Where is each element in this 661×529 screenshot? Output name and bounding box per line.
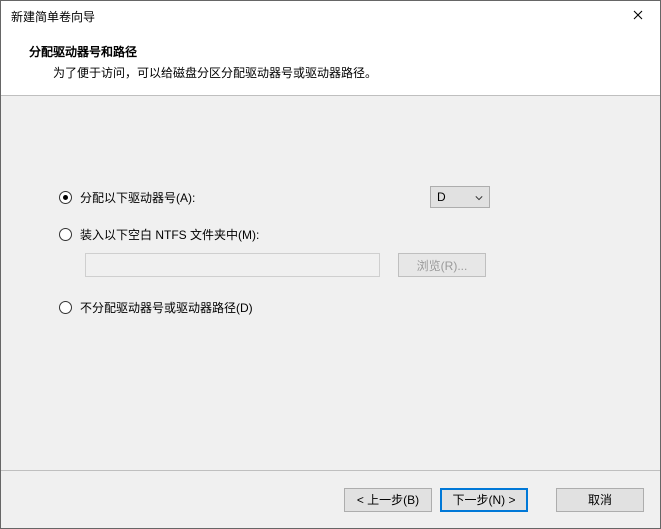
option-mount-label: 装入以下空白 NTFS 文件夹中(M): [80, 226, 259, 243]
mount-sub-row: 浏览(R)... [85, 253, 620, 277]
drive-letter-select[interactable]: D [430, 186, 490, 208]
option-assign-label: 分配以下驱动器号(A): [80, 189, 195, 206]
chevron-down-icon [475, 190, 483, 204]
back-button[interactable]: < 上一步(B) [344, 488, 432, 512]
radio-assign-drive[interactable] [59, 191, 72, 204]
titlebar: 新建简单卷向导 [1, 1, 660, 31]
content-area: 分配以下驱动器号(A): D 装入以下空白 NTFS 文件夹中(M): 浏览(R… [1, 96, 660, 470]
window-title: 新建简单卷向导 [1, 8, 615, 25]
close-icon [633, 9, 643, 23]
option-mount-row: 装入以下空白 NTFS 文件夹中(M): [59, 226, 620, 243]
close-button[interactable] [615, 1, 660, 31]
browse-button: 浏览(R)... [398, 253, 486, 277]
radio-mount-folder[interactable] [59, 228, 72, 241]
cancel-button[interactable]: 取消 [556, 488, 644, 512]
next-button[interactable]: 下一步(N) > [440, 488, 528, 512]
page-subheading: 为了便于访问，可以给磁盘分区分配驱动器号或驱动器路径。 [1, 64, 660, 81]
option-none-row: 不分配驱动器号或驱动器路径(D) [59, 299, 620, 316]
radio-no-assign[interactable] [59, 301, 72, 314]
wizard-window: 新建简单卷向导 分配驱动器号和路径 为了便于访问，可以给磁盘分区分配驱动器号或驱… [0, 0, 661, 529]
mount-path-input [85, 253, 380, 277]
drive-letter-value: D [437, 190, 475, 204]
option-assign-row: 分配以下驱动器号(A): D [59, 186, 620, 208]
options-group: 分配以下驱动器号(A): D 装入以下空白 NTFS 文件夹中(M): 浏览(R… [1, 96, 660, 316]
page-heading: 分配驱动器号和路径 [1, 43, 660, 60]
header-area: 分配驱动器号和路径 为了便于访问，可以给磁盘分区分配驱动器号或驱动器路径。 [1, 31, 660, 95]
option-none-label: 不分配驱动器号或驱动器路径(D) [80, 299, 253, 316]
footer: < 上一步(B) 下一步(N) > 取消 [1, 470, 660, 528]
